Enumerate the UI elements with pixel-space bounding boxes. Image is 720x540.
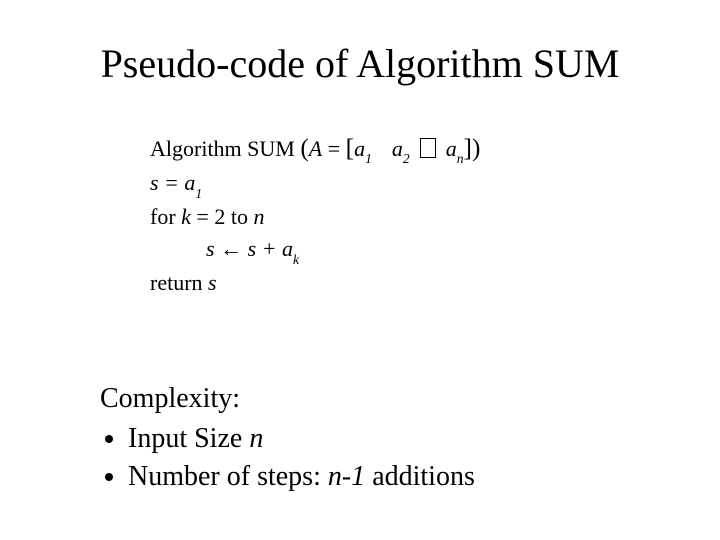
line-init: s = a1 [150,167,480,201]
assign-rhs: s + a [248,236,293,261]
assign-s: s [206,236,215,261]
var-a1: a [354,136,365,161]
var-an: a [446,136,457,161]
var-n: n [253,204,264,229]
eq-sign: = [322,136,345,161]
sub-2: 2 [403,151,410,166]
ellipsis-icon [420,138,436,158]
rbracket: ] [464,134,472,162]
line-return: return s [150,267,480,299]
return-keyword: return [150,270,208,295]
arrow-icon: ← [215,236,248,261]
sub-n: n [457,151,464,166]
algo-keyword: Algorithm SUM [150,136,300,161]
var-A: A [309,136,322,161]
var-a2: a [392,136,403,161]
line-for: for k = 2 to n [150,201,480,233]
lparen: ( [300,134,308,162]
for-keyword: for [150,204,181,229]
complexity-heading: Complexity: [100,380,475,418]
init-lhs: s = a [150,170,195,195]
sub-1: 1 [365,151,372,166]
b2-post: additions [365,461,475,492]
bullet-steps: Number of steps: n-1 additions [128,458,475,496]
algo-header-line: Algorithm SUM (A = [a1a2an]) [150,130,480,167]
complexity-list: Input Size n Number of steps: n-1 additi… [100,420,475,496]
slide: Pseudo-code of Algorithm SUM Algorithm S… [0,0,720,540]
b2-text: Number of steps: [128,461,328,492]
rparen: ) [472,134,480,162]
line-assign: s ← s + ak [150,233,480,267]
b2-var: n-1 [328,461,365,492]
bullet-input-size: Input Size n [128,420,475,458]
slide-title: Pseudo-code of Algorithm SUM [0,40,720,87]
return-s: s [208,270,217,295]
b1-var: n [249,423,263,454]
b1-text: Input Size [128,423,249,454]
lbracket: [ [346,134,354,162]
for-range: = 2 to [191,204,254,229]
complexity-block: Complexity: Input Size n Number of steps… [100,380,475,495]
pseudocode-block: Algorithm SUM (A = [a1a2an]) s = a1 for … [150,130,480,299]
init-sub1: 1 [195,186,202,201]
var-k: k [181,204,191,229]
sub-k: k [293,252,299,267]
